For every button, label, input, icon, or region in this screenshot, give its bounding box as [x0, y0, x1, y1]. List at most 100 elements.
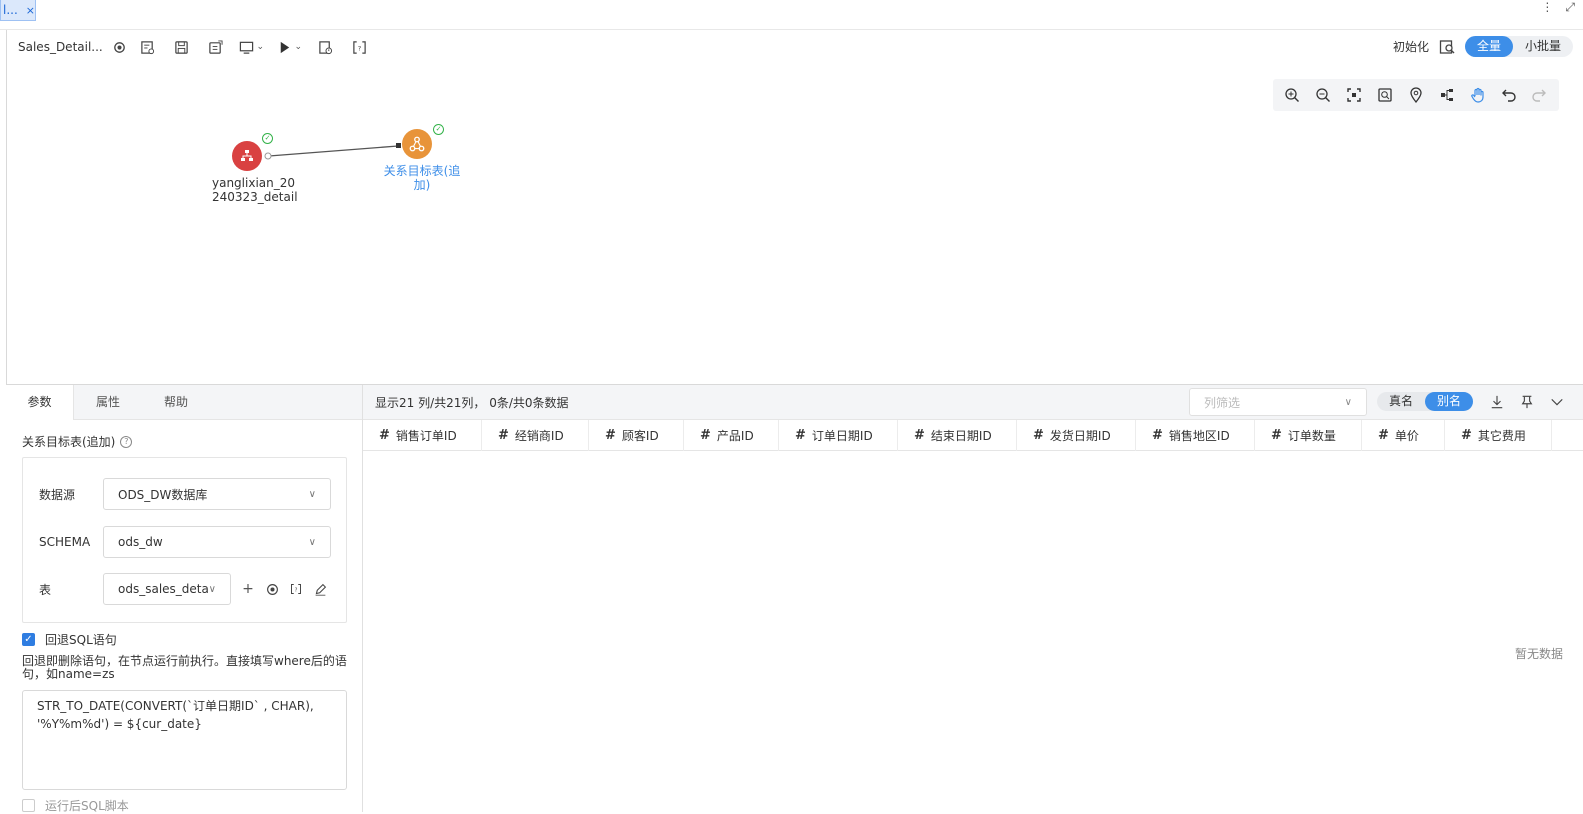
- real-name-button[interactable]: 真名: [1377, 392, 1425, 411]
- node-config-panel: 参数 属性 帮助 关系目标表(追加) ? 数据源 ODS_DW数据库 ∨ SCH…: [6, 385, 363, 814]
- column-header[interactable]: # 其它费用: [1445, 420, 1552, 451]
- source-node-label-2: 240323_detail: [212, 190, 298, 204]
- target-table-node-icon: [402, 129, 432, 159]
- layout-tree-icon[interactable]: [1435, 83, 1459, 107]
- config-tabs: 参数 属性 帮助: [6, 385, 362, 420]
- datasource-label: 数据源: [39, 487, 76, 502]
- numeric-type-icon: #: [700, 428, 711, 443]
- column-header[interactable]: # 发货日期ID: [1017, 420, 1136, 451]
- target-node[interactable]: ✓ 关系目标表(追 加): [384, 124, 460, 192]
- schema-row: SCHEMA ods_dw ∨: [39, 526, 331, 558]
- numeric-type-icon: #: [1033, 428, 1044, 443]
- rollback-checkbox-row: ✓ 回退SQL语句: [22, 631, 117, 648]
- zoom-in-icon[interactable]: [1280, 83, 1304, 107]
- section-title-text: 关系目标表(追加): [22, 435, 116, 449]
- target-node-label-2: 加): [413, 178, 431, 192]
- expand-icon[interactable]: ⤢: [1565, 0, 1575, 15]
- table-select[interactable]: ods_sales_detail ∨: [103, 573, 231, 605]
- chevron-down-icon: ∨: [308, 536, 316, 548]
- fit-screen-icon[interactable]: [1342, 83, 1366, 107]
- post-sql-checkbox-row: 运行后SQL脚本: [22, 797, 129, 814]
- column-header[interactable]: # 销售订单ID: [363, 420, 482, 451]
- alias-name-button[interactable]: 别名: [1425, 392, 1474, 411]
- numeric-type-icon: #: [1152, 428, 1163, 443]
- locate-icon[interactable]: [1404, 83, 1428, 107]
- datasource-select[interactable]: ODS_DW数据库 ∨: [103, 478, 331, 510]
- init-label[interactable]: 初始化: [1393, 38, 1429, 55]
- add-icon[interactable]: +: [241, 581, 255, 597]
- numeric-type-icon: #: [379, 428, 390, 443]
- run-mode-toggle: 全量 小批量: [1464, 36, 1573, 57]
- more-icon[interactable]: ⋮: [1541, 0, 1553, 15]
- column-header[interactable]: # 产品ID: [684, 420, 779, 451]
- header-right: 初始化 全量 小批量: [1393, 36, 1573, 57]
- source-node[interactable]: ✓ yanglixian_20 240323_detail: [212, 133, 298, 204]
- column-header[interactable]: # 经销商ID: [482, 420, 589, 451]
- chevron-down-icon: ∨: [1344, 396, 1352, 408]
- schema-select[interactable]: ods_dw ∨: [103, 526, 331, 558]
- column-header[interactable]: # 结束日期ID: [898, 420, 1017, 451]
- column-header[interactable]: # 订单日期ID: [779, 420, 898, 451]
- table-value: ods_sales_detail: [118, 582, 209, 596]
- mode-batch-button[interactable]: 小批量: [1513, 36, 1573, 57]
- numeric-type-icon: #: [795, 428, 806, 443]
- column-header[interactable]: # 单价: [1362, 420, 1445, 451]
- source-node-label-1: yanglixian_20: [212, 176, 296, 190]
- target-node-label-1: 关系目标表(追: [383, 164, 461, 178]
- database-node-icon: [232, 141, 262, 171]
- data-preview-panel: 显示21 列/共21列， 0条/共0条数据 列筛选 ∨ 真名 别名 # 销售订单I…: [363, 385, 1583, 812]
- empty-state: 暂无数据: [1514, 647, 1563, 661]
- tab-properties[interactable]: 属性: [74, 385, 142, 420]
- preview-header: 显示21 列/共21列， 0条/共0条数据 列筛选 ∨ 真名 别名: [363, 385, 1583, 420]
- zoom-out-icon[interactable]: [1311, 83, 1335, 107]
- grid-header: # 销售订单ID # 经销商ID # 顾客ID # 产品ID # 订单日期ID # 结束日期…: [363, 420, 1583, 451]
- pin-icon[interactable]: [1519, 394, 1535, 410]
- section-title: 关系目标表(追加) ?: [22, 433, 133, 450]
- numeric-type-icon: #: [1271, 428, 1282, 443]
- target-icon[interactable]: [265, 582, 279, 596]
- rollback-label: 回退SQL语句: [45, 633, 117, 647]
- edit-icon[interactable]: [313, 582, 327, 596]
- column-filter-placeholder: 列筛选: [1204, 395, 1241, 410]
- table-row: 表 ods_sales_detail ∨ + ?: [39, 573, 327, 605]
- svg-text:?: ?: [295, 587, 298, 593]
- download-icon[interactable]: [1489, 394, 1505, 410]
- hand-pan-icon[interactable]: [1466, 83, 1490, 107]
- name-mode-toggle: 真名 别名: [1377, 392, 1474, 411]
- schema-label: SCHEMA: [39, 535, 91, 549]
- chevron-down-icon: ∨: [208, 583, 216, 595]
- canvas-zoom-toolbar: [1273, 79, 1559, 111]
- bracket-icon[interactable]: ?: [289, 582, 303, 596]
- post-sql-checkbox[interactable]: [22, 799, 35, 812]
- column-header[interactable]: # 顾客ID: [589, 420, 684, 451]
- rollback-description: 回退即删除语句，在节点运行前执行。直接填写where后的语句，如name=zs: [22, 654, 347, 681]
- numeric-type-icon: #: [1461, 428, 1472, 443]
- undo-icon[interactable]: [1497, 83, 1521, 107]
- table-label: 表: [39, 582, 52, 597]
- datasource-row: 数据源 ODS_DW数据库 ∨: [39, 478, 331, 510]
- success-check-icon: ✓: [262, 133, 273, 144]
- numeric-type-icon: #: [605, 428, 616, 443]
- collapse-icon[interactable]: [1549, 394, 1565, 410]
- tab-help[interactable]: 帮助: [142, 385, 210, 420]
- help-icon[interactable]: ?: [120, 435, 133, 448]
- redo-icon[interactable]: [1527, 83, 1551, 107]
- success-check-icon: ✓: [433, 124, 444, 135]
- preview-summary: 显示21 列/共21列， 0条/共0条数据: [375, 395, 569, 410]
- rollback-sql-textarea[interactable]: STR_TO_DATE(CONVERT(`订单日期ID` , CHAR), '%…: [22, 690, 347, 790]
- rollback-checkbox[interactable]: ✓: [22, 633, 35, 646]
- column-filter-select[interactable]: 列筛选 ∨: [1189, 388, 1367, 416]
- target-config-form: 数据源 ODS_DW数据库 ∨ SCHEMA ods_dw ∨ 表 ods_sa…: [22, 457, 347, 623]
- inspect-icon[interactable]: [1439, 39, 1455, 55]
- numeric-type-icon: #: [914, 428, 925, 443]
- bottom-panel: 参数 属性 帮助 关系目标表(追加) ? 数据源 ODS_DW数据库 ∨ SCH…: [6, 384, 1583, 814]
- tab-params[interactable]: 参数: [6, 385, 74, 420]
- column-header[interactable]: # 订单数量: [1255, 420, 1362, 451]
- numeric-type-icon: #: [498, 428, 509, 443]
- datasource-value: ODS_DW数据库: [118, 487, 208, 502]
- chevron-down-icon: ∨: [308, 488, 316, 500]
- actual-size-icon[interactable]: [1373, 83, 1397, 107]
- column-header[interactable]: # 销售地区ID: [1136, 420, 1255, 451]
- numeric-type-icon: #: [1378, 428, 1389, 443]
- mode-full-button[interactable]: 全量: [1464, 36, 1513, 57]
